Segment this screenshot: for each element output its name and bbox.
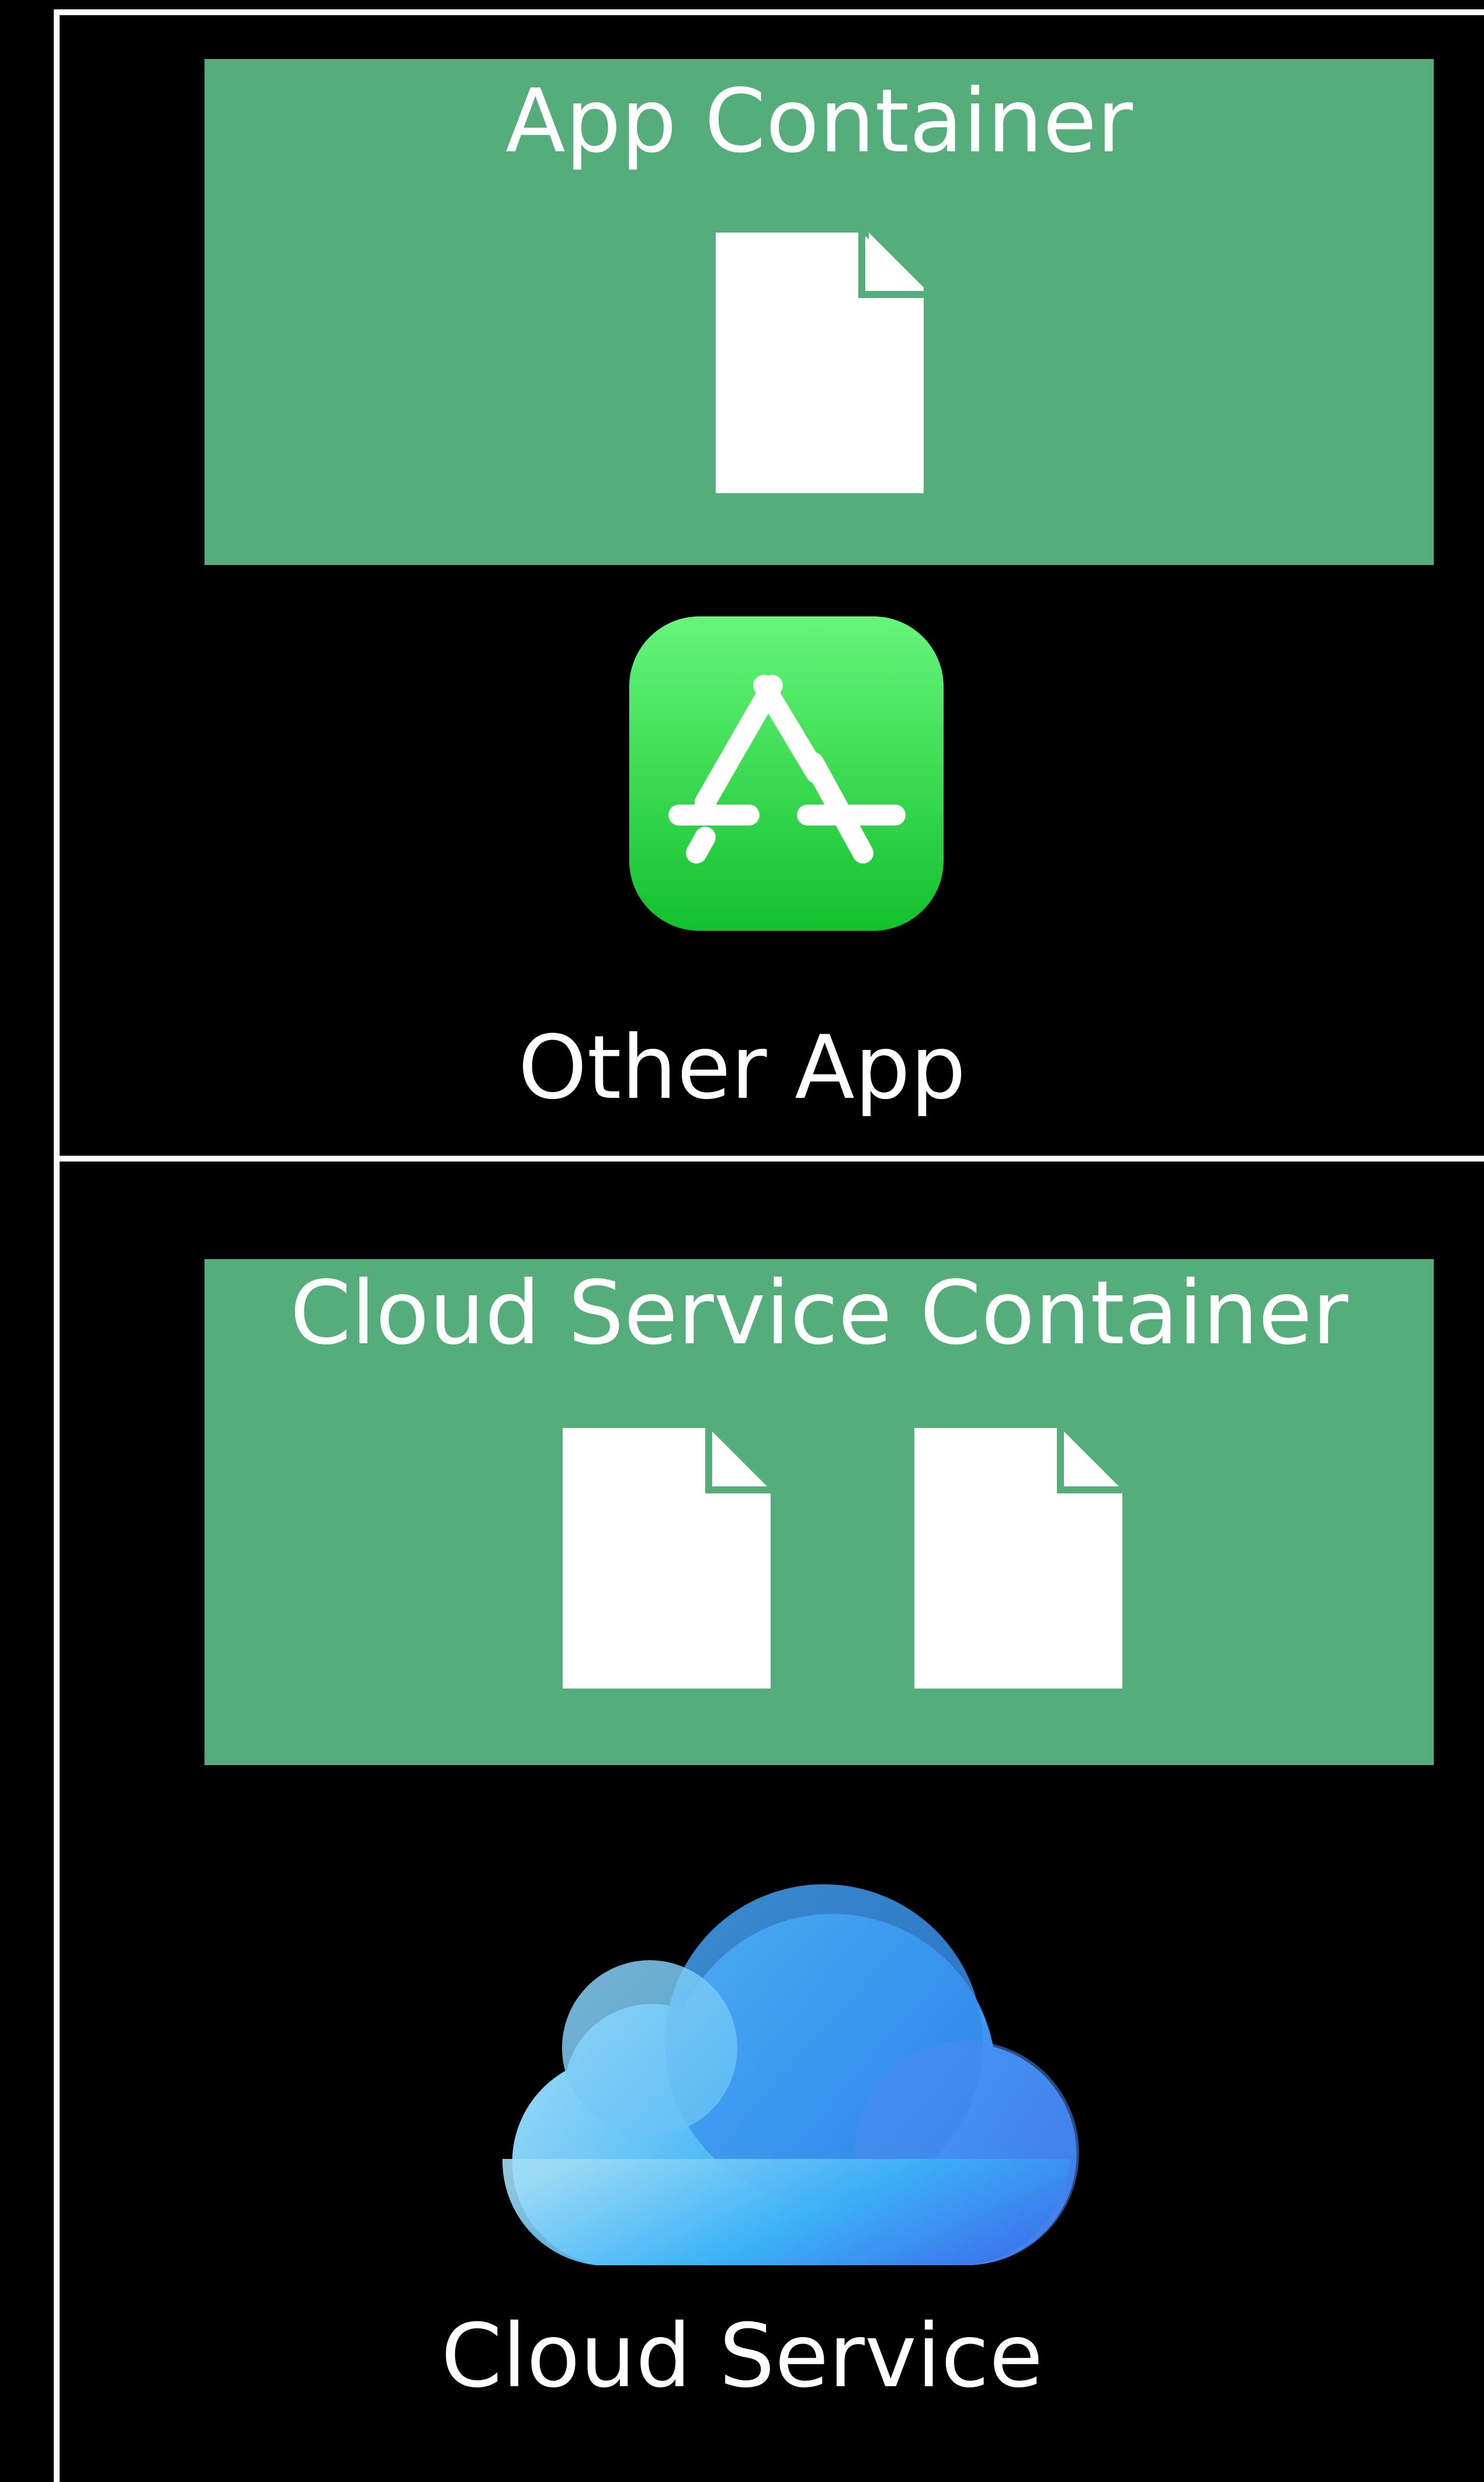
app-store-icon — [629, 616, 944, 931]
cloud-service-label: Cloud Service — [441, 2306, 1043, 2407]
cloud-service-container-title: Cloud Service Container — [290, 1263, 1348, 1364]
icloud-icon — [491, 1884, 1081, 2265]
document-icon — [716, 233, 924, 493]
app-container-box: App Container — [204, 59, 1434, 565]
other-app-label: Other App — [518, 1017, 966, 1119]
cloud-service-container-box: Cloud Service Container — [204, 1259, 1434, 1765]
app-container-title: App Container — [505, 71, 1133, 172]
document-icon — [914, 1428, 1122, 1689]
document-icon — [563, 1428, 771, 1689]
